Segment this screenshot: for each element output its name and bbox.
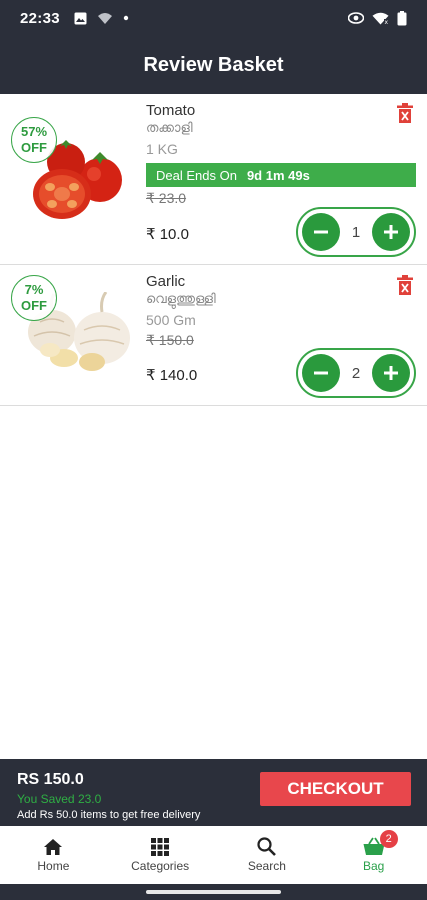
item-price: ₹ 10.0 [146, 226, 189, 243]
screen: 22:33 x Review Basket 57% OFF Tomato തക്… [0, 0, 427, 900]
total-amount: RS 150.0 [17, 771, 84, 788]
gesture-area [0, 884, 427, 900]
decrease-button[interactable] [302, 354, 340, 392]
discount-badge: 7% OFF [11, 275, 57, 321]
item-price: ₹ 140.0 [146, 367, 198, 384]
nav-search-label: Search [247, 859, 286, 873]
bottom-nav: Home Categories Search Bag 2 [0, 826, 427, 884]
quantity-value: 2 [351, 364, 361, 382]
nav-categories-label: Categories [131, 858, 190, 873]
item-old-price: ₹ 23.0 [146, 190, 187, 206]
plus-icon [384, 225, 398, 239]
decrease-button[interactable] [302, 213, 340, 251]
search-icon [257, 837, 277, 856]
minus-icon [314, 371, 328, 375]
quantity-value: 1 [351, 223, 361, 241]
status-time: 22:33 [20, 9, 60, 27]
quantity-stepper: 2 [296, 348, 416, 398]
free-delivery-note: Add Rs 50.0 items to get free delivery [17, 809, 201, 821]
item-unit: 500 Gm [146, 312, 196, 328]
discount-off: OFF [21, 140, 47, 155]
basket-item-tomato: 57% OFF Tomato തക്കാളി 1 KG Deal Ends On… [0, 94, 427, 265]
item-unit: 1 KG [146, 141, 178, 157]
deal-label: Deal Ends On [156, 167, 237, 183]
gesture-handle[interactable] [146, 890, 281, 894]
discount-percent: 57% [20, 124, 48, 139]
nav-search[interactable]: Search [214, 826, 321, 884]
item-local-name: വെളുത്തുള്ളി [146, 291, 216, 306]
nav-categories[interactable]: Categories [107, 826, 214, 884]
wifi-off-icon [97, 12, 112, 24]
minus-icon [314, 230, 328, 234]
battery-icon [397, 10, 407, 25]
increase-button[interactable] [372, 354, 410, 392]
nav-bag[interactable]: Bag 2 [320, 826, 427, 884]
item-local-name: തക്കാളി [146, 120, 193, 135]
dot-icon [123, 15, 129, 21]
plus-icon [384, 366, 398, 380]
increase-button[interactable] [372, 213, 410, 251]
deal-countdown: 9d 1m 49s [246, 167, 310, 183]
discount-off: OFF [21, 298, 47, 313]
app-header: Review Basket [0, 36, 427, 94]
item-old-price: ₹ 150.0 [146, 332, 194, 348]
bag-count-badge: 2 [379, 830, 398, 848]
item-name: Garlic [146, 273, 186, 290]
delete-icon[interactable] [397, 275, 413, 295]
order-summary: RS 150.0 You Saved 23.0 Add Rs 50.0 item… [0, 759, 427, 826]
grid-icon [151, 837, 170, 856]
checkout-button[interactable]: CHECKOUT [260, 772, 411, 806]
page-title: Review Basket [143, 53, 284, 76]
nav-bag-label: Bag [362, 859, 385, 873]
deal-timer-bar: Deal Ends On 9d 1m 49s [146, 163, 416, 187]
svg-text:x: x [385, 19, 389, 25]
basket-item-garlic: 7% OFF Garlic വെളുത്തുള്ളി 500 Gm ₹ 150.… [0, 266, 427, 406]
nav-home[interactable]: Home [0, 826, 107, 884]
image-icon [74, 12, 87, 24]
discount-badge: 57% OFF [11, 117, 57, 163]
nav-home-label: Home [37, 858, 70, 873]
home-icon [44, 838, 63, 855]
delete-icon[interactable] [397, 103, 413, 123]
saved-amount: You Saved 23.0 [17, 792, 102, 806]
quantity-stepper: 1 [296, 207, 416, 257]
eye-icon [348, 12, 364, 24]
wifi-icon: x [372, 12, 389, 25]
item-name: Tomato [146, 102, 196, 119]
discount-percent: 7% [24, 282, 44, 297]
status-bar: 22:33 x [0, 0, 427, 36]
